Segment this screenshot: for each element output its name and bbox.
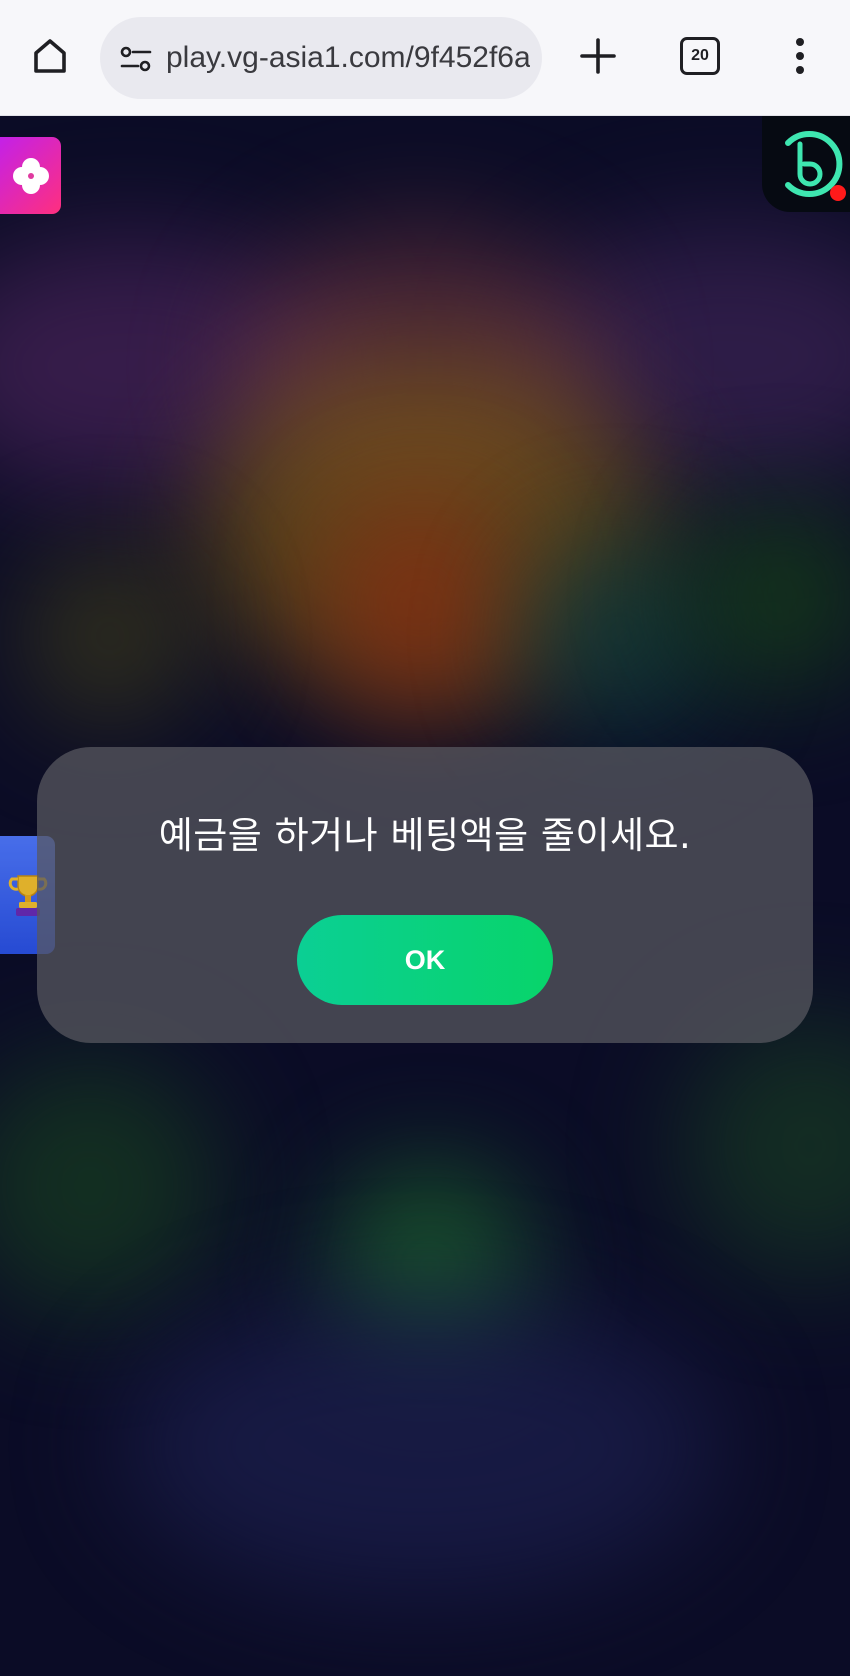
plus-icon: [580, 38, 616, 74]
site-settings-icon[interactable]: [118, 41, 154, 77]
background-blur: [20, 546, 200, 726]
address-bar[interactable]: play.vg-asia1.com/9f452f6a: [100, 17, 542, 99]
home-button[interactable]: [22, 28, 78, 84]
browser-toolbar: play.vg-asia1.com/9f452f6a 20: [0, 0, 850, 116]
more-vert-icon: [796, 38, 804, 74]
tab-count-badge: 20: [680, 37, 720, 75]
clover-icon: [12, 157, 49, 194]
clover-badge-button[interactable]: [0, 137, 61, 214]
new-tab-button[interactable]: [570, 28, 626, 84]
dialog-message: 예금을 하거나 베팅액을 줄이세요.: [158, 814, 692, 857]
notification-dot: [830, 185, 846, 201]
background-blur: [680, 1016, 850, 1276]
background-blur: [120, 1296, 720, 1596]
background-blur: [0, 1056, 220, 1316]
ok-button[interactable]: OK: [297, 915, 553, 1005]
insufficient-balance-dialog: 예금을 하거나 베팅액을 줄이세요. OK: [37, 747, 813, 1043]
home-icon: [34, 39, 66, 73]
replay-logo-icon: [785, 131, 846, 201]
more-menu-button[interactable]: [772, 28, 828, 84]
background-blur: [320, 496, 520, 716]
url-text[interactable]: play.vg-asia1.com/9f452f6a: [166, 17, 530, 99]
tab-switcher-button[interactable]: 20: [672, 28, 728, 84]
replay-logo-button[interactable]: [762, 116, 850, 212]
